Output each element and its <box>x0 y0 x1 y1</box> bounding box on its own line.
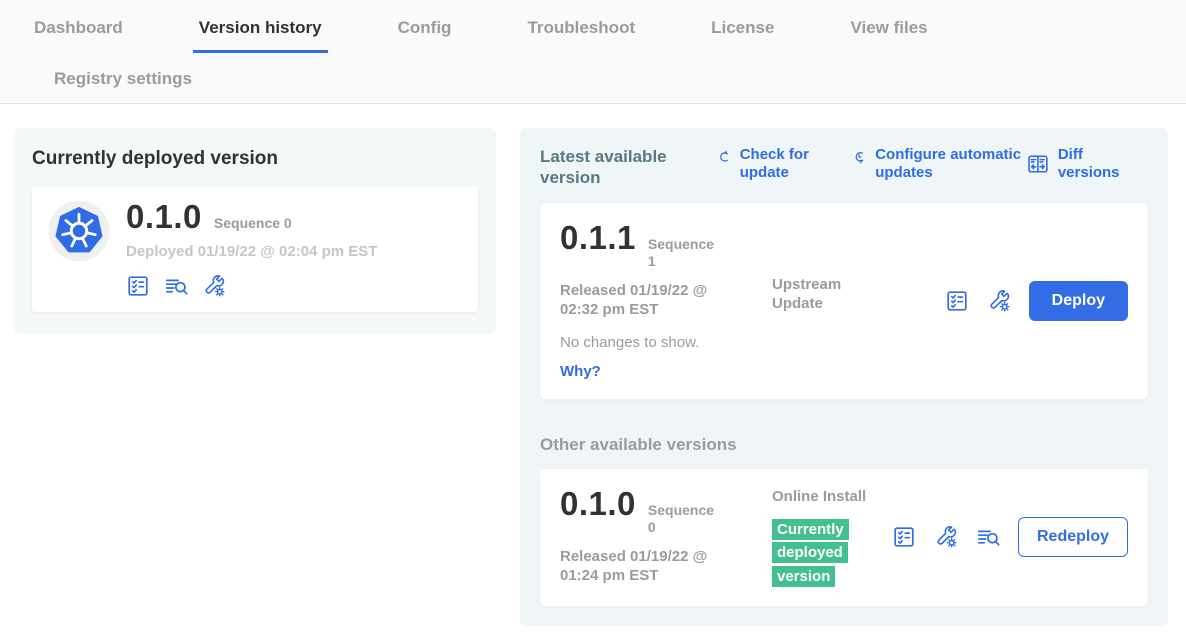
latest-available-title: Latest available version <box>540 146 688 189</box>
top-nav: Dashboard Version history Config Trouble… <box>0 0 1186 104</box>
deploy-button[interactable]: Deploy <box>1029 281 1128 321</box>
check-for-update-label: Check for update <box>740 146 828 182</box>
nav-row-1: Dashboard Version history Config Trouble… <box>28 14 1158 53</box>
nav-row-2: Registry settings <box>28 53 1158 103</box>
latest-sequence-label: Sequence 1 <box>648 236 718 271</box>
currently-deployed-panel: Currently deployed version 0.1.0 Sequenc… <box>14 128 496 334</box>
kubernetes-logo-icon <box>48 200 110 262</box>
other-version-source: Online Install <box>772 487 890 507</box>
schedule-update-icon <box>851 146 867 168</box>
redeploy-button[interactable]: Redeploy <box>1018 517 1128 557</box>
preflight-checks-icon[interactable] <box>892 525 916 549</box>
diff-versions-link[interactable]: Diff versions <box>1026 146 1148 182</box>
other-released-timestamp: Released 01/19/22 @ 01:24 pm EST <box>560 547 738 586</box>
edit-config-icon[interactable] <box>202 274 226 298</box>
latest-version-number: 0.1.1 <box>560 221 636 256</box>
check-for-update-link[interactable]: Check for update <box>716 146 827 182</box>
why-link[interactable]: Why? <box>560 363 601 380</box>
preflight-checks-icon[interactable] <box>126 274 150 298</box>
other-version-number: 0.1.0 <box>560 487 636 522</box>
refresh-icon <box>716 146 732 168</box>
configure-automatic-updates-label: Configure automatic updates <box>875 146 1026 182</box>
main-content: Currently deployed version 0.1.0 Sequenc… <box>0 104 1186 626</box>
edit-config-icon[interactable] <box>934 525 958 549</box>
other-available-versions-title: Other available versions <box>540 435 1148 455</box>
latest-version-card: 0.1.1 Sequence 1 Released 01/19/22 @ 02:… <box>540 203 1148 399</box>
view-logs-icon[interactable] <box>976 525 1000 549</box>
other-version-source-col: Online Install Currently deployed versio… <box>772 487 890 588</box>
currently-deployed-badge-wrap: Currently deployed version <box>772 518 858 588</box>
latest-version-actions: Deploy <box>945 281 1128 321</box>
deployed-timestamp: Deployed 01/19/22 @ 02:04 pm EST <box>126 243 377 260</box>
tab-registry-settings[interactable]: Registry settings <box>48 65 198 89</box>
latest-version-details: 0.1.1 Sequence 1 Released 01/19/22 @ 02:… <box>560 221 772 381</box>
latest-version-source: Upstream Update <box>772 275 890 381</box>
deployed-version-number: 0.1.0 <box>126 200 202 235</box>
deployed-sequence-label: Sequence 0 <box>214 215 292 231</box>
currently-deployed-badge: Currently deployed version <box>772 519 849 587</box>
currently-deployed-title: Currently deployed version <box>32 148 478 170</box>
tab-dashboard[interactable]: Dashboard <box>28 14 129 53</box>
version-history-panel: Latest available version Check for updat… <box>520 128 1168 626</box>
diff-versions-icon <box>1026 152 1050 176</box>
tab-version-history[interactable]: Version history <box>193 14 328 53</box>
tab-config[interactable]: Config <box>392 14 458 53</box>
view-logs-icon[interactable] <box>164 274 188 298</box>
edit-config-icon[interactable] <box>987 289 1011 313</box>
deployed-version-details: 0.1.0 Sequence 0 Deployed 01/19/22 @ 02:… <box>126 200 377 298</box>
other-version-card: 0.1.0 Sequence 0 Released 01/19/22 @ 01:… <box>540 469 1148 606</box>
tab-troubleshoot[interactable]: Troubleshoot <box>521 14 641 53</box>
latest-released-timestamp: Released 01/19/22 @ 02:32 pm EST <box>560 281 738 320</box>
other-sequence-label: Sequence 0 <box>648 502 718 537</box>
tab-view-files[interactable]: View files <box>844 14 933 53</box>
other-version-actions: Redeploy <box>892 517 1128 557</box>
diff-versions-label: Diff versions <box>1058 146 1148 182</box>
updates-header: Latest available version Check for updat… <box>540 146 1148 189</box>
tab-license[interactable]: License <box>705 14 780 53</box>
configure-automatic-updates-link[interactable]: Configure automatic updates <box>851 146 1026 182</box>
other-version-details: 0.1.0 Sequence 0 Released 01/19/22 @ 01:… <box>560 487 772 588</box>
preflight-checks-icon[interactable] <box>945 289 969 313</box>
no-changes-text: No changes to show. <box>560 334 772 351</box>
deployed-version-card: 0.1.0 Sequence 0 Deployed 01/19/22 @ 02:… <box>32 186 478 312</box>
